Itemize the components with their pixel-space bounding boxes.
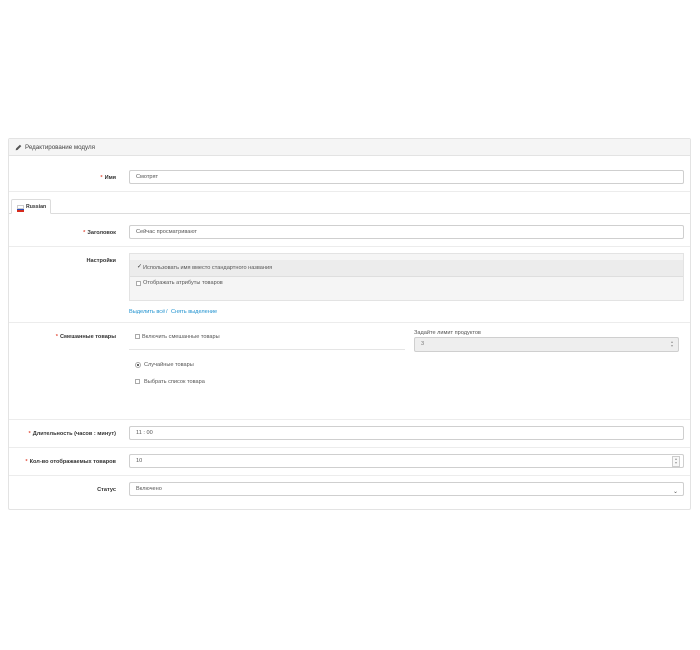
select-list-checkbox[interactable] bbox=[135, 379, 140, 384]
deselect-link[interactable]: Снять выделение bbox=[171, 309, 217, 315]
required-marker: * bbox=[25, 459, 28, 465]
tab-underline bbox=[9, 213, 690, 214]
duration-input[interactable]: 11 : 00 bbox=[129, 426, 684, 440]
enable-mixed-checkbox[interactable] bbox=[135, 334, 140, 339]
required-marker: * bbox=[28, 431, 31, 437]
module-edit-panel: Редактирование модуля * Имя Смотрят Russi… bbox=[8, 138, 691, 510]
mixed-label: * Смешанные товары bbox=[55, 334, 116, 340]
russian-flag-icon bbox=[17, 205, 24, 212]
limit-value: 3 bbox=[421, 341, 425, 347]
tab-russian[interactable]: Russian bbox=[11, 199, 51, 214]
row-divider bbox=[9, 246, 690, 247]
count-value: 10 bbox=[136, 458, 143, 464]
row-divider bbox=[9, 447, 690, 448]
name-label: * Имя bbox=[100, 175, 116, 181]
row-divider bbox=[9, 419, 690, 420]
radio-random-label: Случайные товары bbox=[144, 362, 194, 368]
check-icon: ✓ bbox=[137, 264, 143, 270]
required-marker: * bbox=[83, 230, 86, 236]
count-label: * Кол-во отображаемых товаров bbox=[25, 459, 116, 465]
name-input[interactable]: Смотрят bbox=[129, 170, 684, 184]
required-marker: * bbox=[55, 334, 58, 340]
settings-option-label: Отображать атрибуты товаров bbox=[143, 280, 223, 286]
heading-label: * Заголовок bbox=[83, 230, 116, 236]
settings-option-use-name[interactable]: ✓ Использовать имя вместо стандартного н… bbox=[130, 260, 683, 277]
status-select[interactable]: Включено ⌄ bbox=[129, 482, 684, 496]
radio-random[interactable] bbox=[135, 362, 141, 368]
settings-label: Настройки bbox=[86, 258, 116, 264]
status-value: Включено bbox=[136, 486, 162, 492]
mixed-underline bbox=[129, 349, 405, 350]
panel-title: Редактирование модуля bbox=[25, 144, 95, 151]
status-label: Статус bbox=[97, 487, 116, 493]
panel-heading: Редактирование модуля bbox=[9, 139, 690, 156]
spinner-icon: ▴ ▾ bbox=[670, 339, 673, 348]
limit-input: 3 ▴ ▾ bbox=[414, 337, 679, 352]
settings-option-checkbox[interactable] bbox=[136, 281, 141, 286]
heading-input[interactable]: Сейчас просматривают bbox=[129, 225, 684, 239]
tab-russian-label: Russian bbox=[26, 204, 47, 210]
required-marker: * bbox=[100, 175, 103, 181]
row-divider bbox=[9, 475, 690, 476]
spinner-icon[interactable]: ▴ ▾ bbox=[672, 456, 680, 467]
select-list-label: Выбрать список товара bbox=[144, 379, 205, 385]
link-separator: / bbox=[166, 309, 168, 315]
select-all-link[interactable]: Выделить всё bbox=[129, 309, 165, 315]
settings-option-attributes[interactable]: Отображать атрибуты товаров bbox=[130, 276, 683, 292]
enable-mixed-label: Включить смешанные товары bbox=[142, 334, 220, 340]
count-input[interactable]: 10 ▴ ▾ bbox=[129, 454, 684, 468]
settings-option-label: Использовать имя вместо стандартного наз… bbox=[143, 265, 273, 271]
row-divider bbox=[9, 191, 690, 192]
chevron-down-icon: ⌄ bbox=[672, 489, 678, 495]
settings-options-well: ✓ Использовать имя вместо стандартного н… bbox=[129, 253, 684, 301]
duration-label: * Длительность (часов : минут) bbox=[28, 431, 116, 437]
row-divider bbox=[9, 322, 690, 323]
limit-label: Задайте лимит продуктов bbox=[414, 330, 481, 336]
pencil-icon bbox=[15, 144, 22, 151]
